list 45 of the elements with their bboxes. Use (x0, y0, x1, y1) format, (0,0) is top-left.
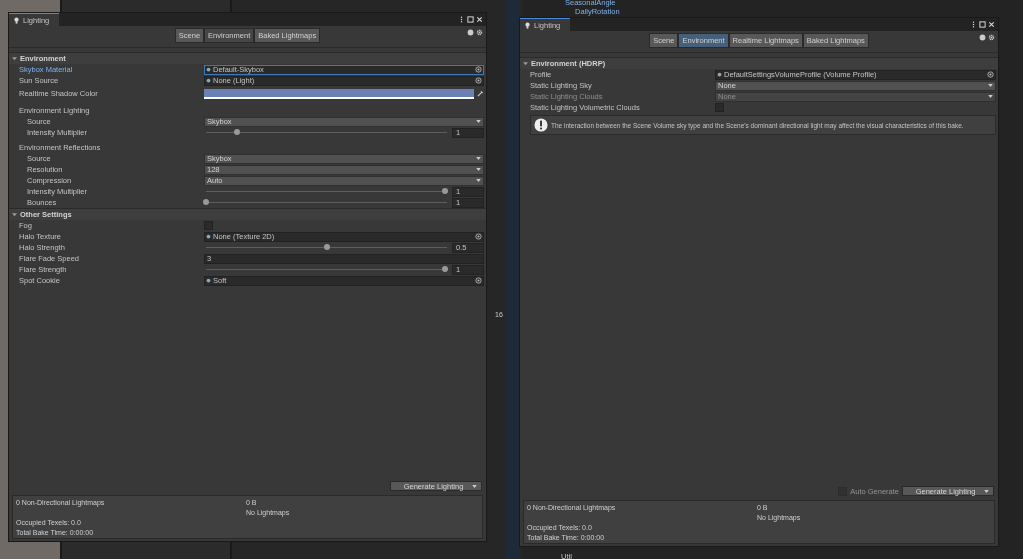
slider[interactable] (206, 129, 447, 136)
slider[interactable] (206, 266, 447, 273)
object-picker-icon[interactable] (475, 277, 482, 284)
slider[interactable] (206, 188, 447, 195)
caret-icon[interactable] (984, 489, 989, 493)
maximize-icon[interactable] (979, 21, 986, 28)
close-icon[interactable] (988, 21, 995, 28)
slider-thumb[interactable] (203, 199, 209, 205)
caret-icon (476, 168, 481, 171)
asset-icon (717, 72, 722, 77)
slider-thumb[interactable] (441, 266, 448, 272)
slider-thumb[interactable] (323, 244, 330, 250)
more-icon[interactable] (458, 16, 465, 23)
object-picker-icon[interactable] (987, 71, 994, 78)
asset-icon (206, 78, 211, 83)
asset-icon (206, 278, 211, 283)
caret-icon[interactable] (472, 484, 477, 488)
help-icon[interactable] (467, 29, 474, 36)
caret-icon (476, 120, 481, 123)
close-icon[interactable] (476, 16, 483, 23)
warning-icon (534, 118, 548, 132)
lightbulb-icon (524, 21, 531, 29)
foldout-icon[interactable] (12, 212, 17, 217)
object-picker-icon[interactable] (475, 233, 482, 240)
slider-thumb[interactable] (234, 129, 241, 135)
lightbulb-icon (13, 16, 20, 24)
slider-thumb[interactable] (441, 188, 448, 194)
checkbox[interactable] (204, 221, 213, 230)
settings-icon[interactable] (988, 34, 995, 41)
caret-icon (988, 84, 993, 87)
asset-icon (206, 67, 211, 72)
slider[interactable] (206, 244, 447, 251)
asset-icon (206, 234, 211, 239)
more-icon[interactable] (970, 21, 977, 28)
caret-icon (988, 95, 993, 98)
slider[interactable] (206, 199, 447, 206)
settings-icon[interactable] (476, 29, 483, 36)
caret-icon (476, 179, 481, 182)
foldout-icon[interactable] (12, 56, 17, 61)
caret-icon (476, 157, 481, 160)
color-field[interactable] (204, 88, 474, 99)
eyedropper-icon[interactable] (477, 90, 484, 97)
help-icon[interactable] (979, 34, 986, 41)
maximize-icon[interactable] (467, 16, 474, 23)
foldout-icon[interactable] (523, 61, 528, 66)
